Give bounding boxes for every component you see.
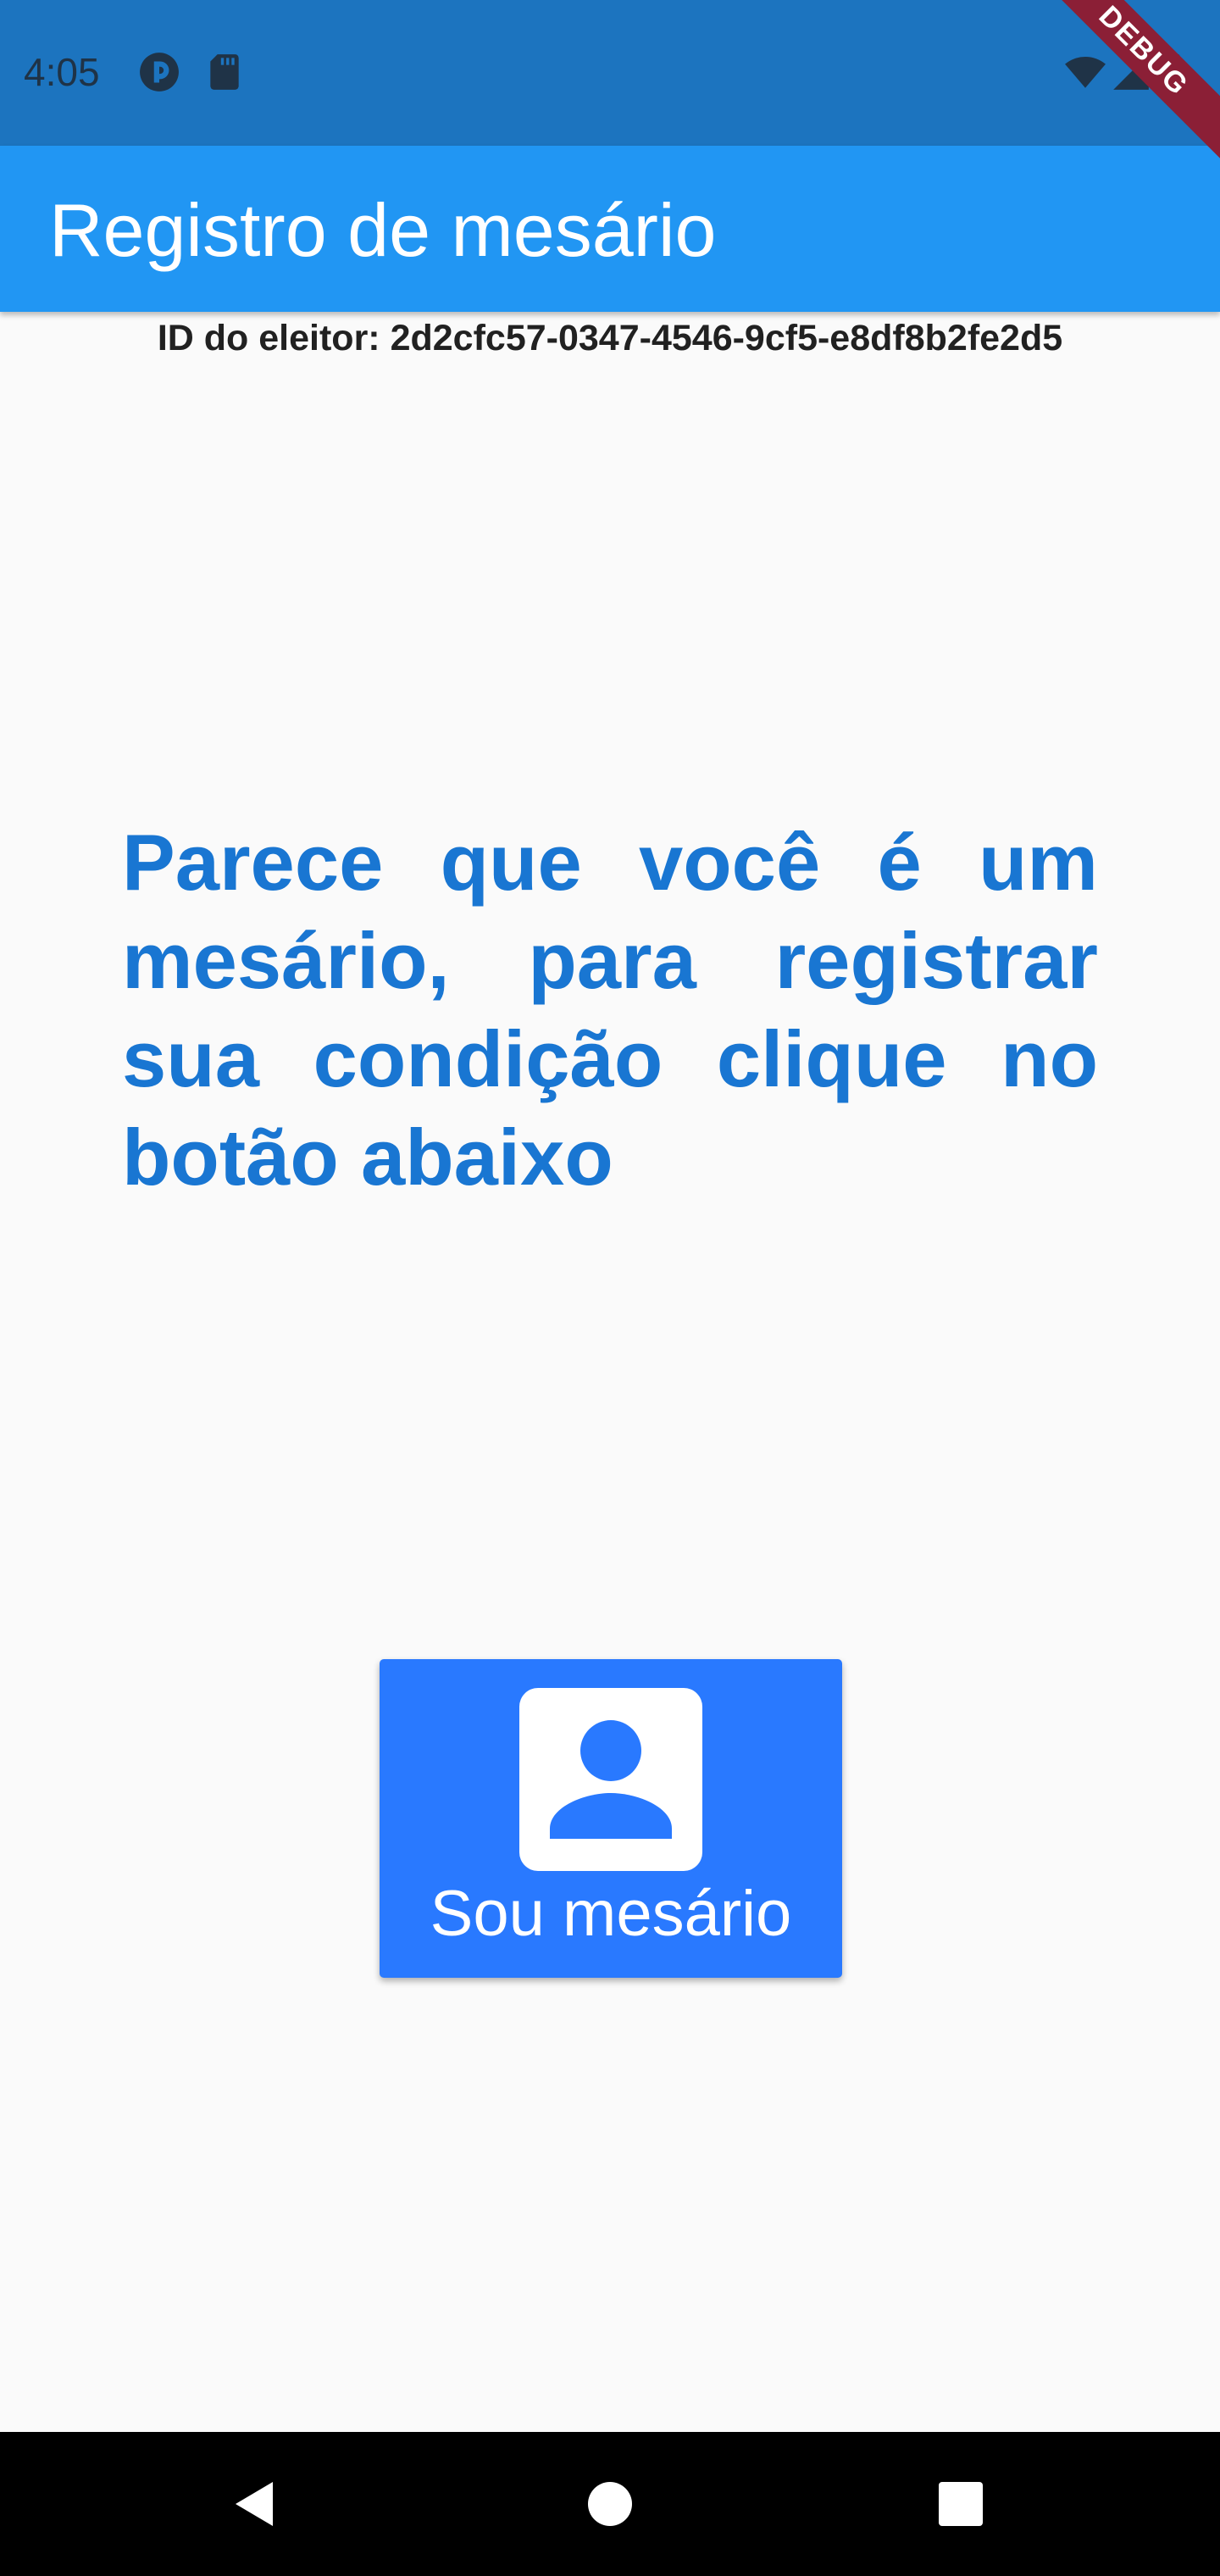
home-icon[interactable] xyxy=(576,2470,644,2538)
sou-mesario-button[interactable]: Sou mesário xyxy=(380,1659,842,1978)
app-notification-icon xyxy=(138,51,180,93)
status-bar: 4:05 xyxy=(0,0,1220,146)
status-time: 4:05 xyxy=(24,50,100,94)
voter-id-label: ID do eleitor: 2d2cfc57-0347-4546-9cf5-e… xyxy=(157,318,1063,358)
page-title: Registro de mesário xyxy=(49,188,717,272)
app-bar: Registro de mesário xyxy=(0,146,1220,312)
screen: 4:05 DEBUG Registro de mesário ID do ele… xyxy=(0,0,1220,2576)
back-icon[interactable] xyxy=(220,2470,288,2538)
sd-card-icon xyxy=(203,51,246,93)
person-icon xyxy=(519,1688,702,1871)
recents-icon[interactable] xyxy=(927,2470,995,2538)
instruction-message: Parece que você é um mesário, para regis… xyxy=(122,818,1098,1202)
wifi-icon xyxy=(1064,51,1106,93)
navigation-bar xyxy=(0,2432,1220,2576)
sou-mesario-label: Sou mesário xyxy=(430,1878,792,1950)
